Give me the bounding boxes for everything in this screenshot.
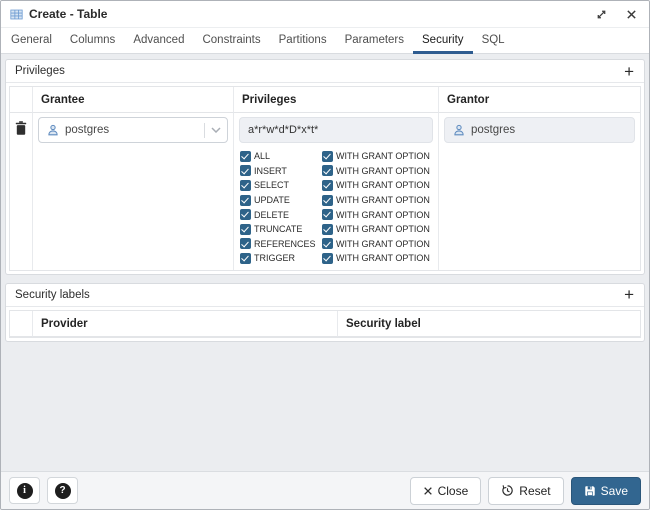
security-labels-panel: Security labels + Provider Security labe… bbox=[5, 283, 645, 342]
user-icon bbox=[453, 124, 465, 136]
privilege-checkbox[interactable] bbox=[240, 195, 251, 206]
grant-option-checkbox[interactable] bbox=[322, 165, 333, 176]
help-icon bbox=[55, 483, 71, 499]
privilege-item-delete: DELETE WITH GRANT OPTION bbox=[240, 207, 433, 222]
grant-option-checkbox[interactable] bbox=[322, 209, 333, 220]
save-button[interactable]: Save bbox=[571, 477, 641, 505]
tab-general[interactable]: General bbox=[2, 28, 61, 54]
privilege-item-update: UPDATE WITH GRANT OPTION bbox=[240, 193, 433, 208]
chevron-down-icon bbox=[211, 127, 221, 133]
grantee-select[interactable]: postgres bbox=[38, 117, 228, 143]
expand-icon[interactable] bbox=[593, 6, 609, 22]
dialog-footer: Close Reset Save bbox=[1, 471, 649, 509]
privileges-panel: Privileges + Grantee Privileges Grantor bbox=[5, 59, 645, 275]
privileges-header-row: Grantee Privileges Grantor bbox=[10, 87, 640, 113]
privilege-item-all: ALL WITH GRANT OPTION bbox=[240, 149, 433, 164]
close-icon[interactable] bbox=[623, 6, 639, 22]
privileges-string-input[interactable] bbox=[239, 117, 433, 143]
close-x-icon bbox=[423, 486, 433, 496]
security-labels-section-title: Security labels bbox=[15, 289, 90, 301]
privilege-item-truncate: TRUNCATE WITH GRANT OPTION bbox=[240, 222, 433, 237]
sql-help-button[interactable] bbox=[9, 477, 40, 504]
grant-option-checkbox[interactable] bbox=[322, 238, 333, 249]
privilege-checkbox[interactable] bbox=[240, 238, 251, 249]
grantee-column-header: Grantee bbox=[33, 87, 234, 113]
tab-columns[interactable]: Columns bbox=[61, 28, 124, 54]
privilege-item-select: SELECT WITH GRANT OPTION bbox=[240, 178, 433, 193]
privilege-checkbox[interactable] bbox=[240, 180, 251, 191]
grant-option-checkbox[interactable] bbox=[322, 195, 333, 206]
tab-constraints[interactable]: Constraints bbox=[193, 28, 269, 54]
grant-option-checkbox[interactable] bbox=[322, 253, 333, 264]
dialog-title: Create - Table bbox=[29, 7, 107, 21]
tab-sql[interactable]: SQL bbox=[473, 28, 514, 54]
grant-option-checkbox[interactable] bbox=[322, 151, 333, 162]
security-label-column-header: Security label bbox=[338, 311, 640, 337]
reset-button[interactable]: Reset bbox=[488, 477, 563, 505]
grantee-value: postgres bbox=[65, 124, 198, 136]
grantor-column-header: Grantor bbox=[439, 87, 640, 113]
privilege-checkbox[interactable] bbox=[240, 151, 251, 162]
tab-partitions[interactable]: Partitions bbox=[270, 28, 336, 54]
grantor-cell: postgres bbox=[439, 113, 640, 270]
user-icon bbox=[47, 124, 59, 136]
add-security-label-button[interactable]: + bbox=[623, 286, 635, 303]
create-table-dialog: Create - Table General Columns Advanced … bbox=[0, 0, 650, 510]
dialog-tabs: General Columns Advanced Constraints Par… bbox=[1, 28, 649, 54]
dialog-help-button[interactable] bbox=[47, 477, 78, 504]
reset-history-icon bbox=[501, 484, 514, 497]
grantee-cell: postgres bbox=[33, 113, 234, 270]
privilege-checkbox[interactable] bbox=[240, 165, 251, 176]
privilege-item-insert: INSERT WITH GRANT OPTION bbox=[240, 164, 433, 179]
add-privilege-button[interactable]: + bbox=[623, 63, 635, 80]
grantor-field: postgres bbox=[444, 117, 635, 143]
table-icon bbox=[10, 8, 23, 21]
privilege-item-references: REFERENCES WITH GRANT OPTION bbox=[240, 237, 433, 252]
trash-icon bbox=[15, 121, 27, 266]
security-tab-content: Privileges + Grantee Privileges Grantor bbox=[1, 54, 649, 471]
delete-row-button[interactable] bbox=[10, 113, 33, 270]
close-button[interactable]: Close bbox=[410, 477, 482, 505]
grantor-value: postgres bbox=[471, 124, 515, 136]
privilege-checkbox[interactable] bbox=[240, 224, 251, 235]
info-icon bbox=[17, 483, 33, 499]
grant-option-checkbox[interactable] bbox=[322, 224, 333, 235]
save-floppy-icon bbox=[584, 485, 596, 497]
privileges-column-header: Privileges bbox=[234, 87, 439, 113]
privileges-cell: ALL WITH GRANT OPTION INSERT WITH GRANT … bbox=[234, 113, 439, 270]
provider-column-header: Provider bbox=[33, 311, 338, 337]
tab-parameters[interactable]: Parameters bbox=[336, 28, 413, 54]
security-labels-header-row: Provider Security label bbox=[10, 311, 640, 337]
select-divider bbox=[204, 123, 205, 138]
tab-advanced[interactable]: Advanced bbox=[124, 28, 193, 54]
privilege-checkbox[interactable] bbox=[240, 253, 251, 264]
privileges-section-title: Privileges bbox=[15, 65, 65, 77]
grant-option-checkbox[interactable] bbox=[322, 180, 333, 191]
privilege-row: postgres A bbox=[10, 113, 640, 270]
dialog-titlebar: Create - Table bbox=[1, 1, 649, 28]
privileges-checkbox-list: ALL WITH GRANT OPTION INSERT WITH GRANT … bbox=[239, 149, 433, 266]
tab-security[interactable]: Security bbox=[413, 28, 473, 54]
privilege-item-trigger: TRIGGER WITH GRANT OPTION bbox=[240, 251, 433, 266]
privilege-checkbox[interactable] bbox=[240, 209, 251, 220]
